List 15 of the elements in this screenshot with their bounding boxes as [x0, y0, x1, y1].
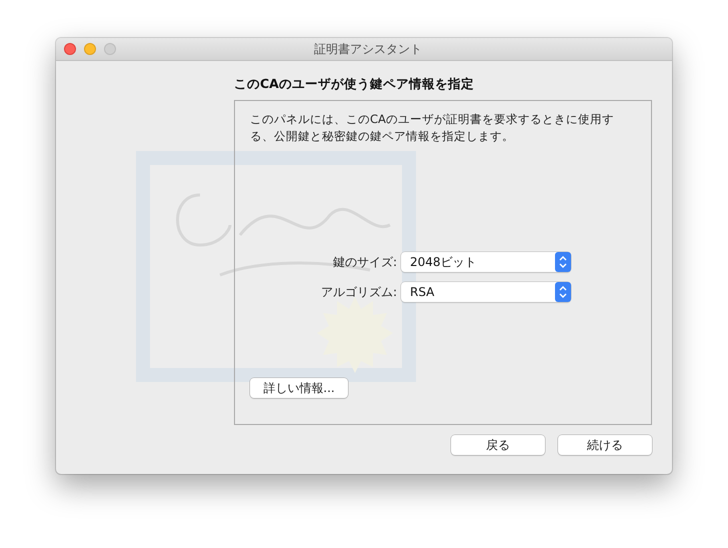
popup-menu[interactable]: 2048ビット: [401, 252, 571, 272]
description-text: このパネルには、このCAのユーザが証明書を要求するときに使用する、公開鍵と秘密鍵の鍵ペア情報を指定します。: [250, 111, 615, 145]
more-info-button[interactable]: 詳しい情報...: [250, 378, 348, 398]
minimize-icon[interactable]: [84, 43, 96, 55]
popup-menu[interactable]: RSA: [401, 282, 571, 302]
zoom-icon[interactable]: [104, 43, 116, 55]
field-label: 鍵のサイズ:: [332, 254, 397, 270]
nav-button[interactable]: 続ける: [558, 435, 652, 455]
page-heading: このCAのユーザが使う鍵ペア情報を指定: [233, 75, 475, 93]
close-icon[interactable]: [64, 43, 76, 55]
window-title: 証明書アシスタント: [313, 40, 423, 58]
nav-button[interactable]: 戻る: [451, 435, 545, 455]
chevron-icon: [555, 282, 571, 302]
field-label: アルゴリズム:: [320, 284, 397, 300]
chevron-icon: [555, 252, 571, 272]
